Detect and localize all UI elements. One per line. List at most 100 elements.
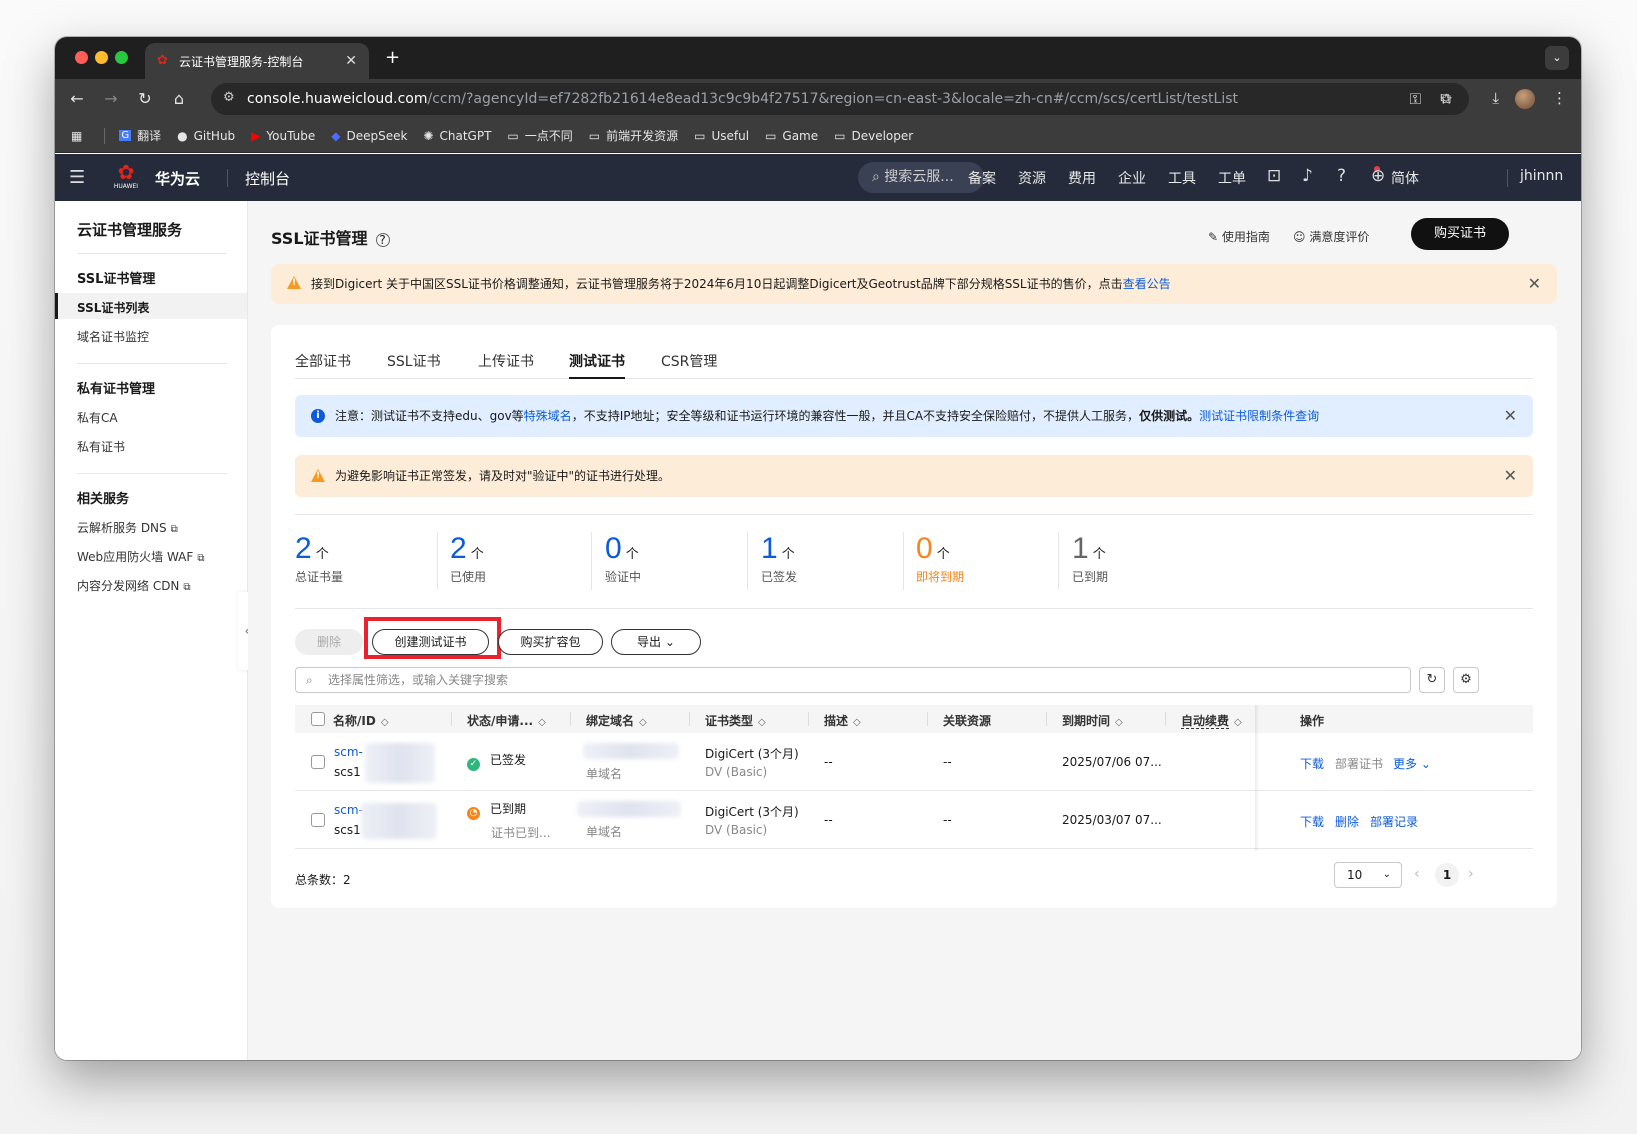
column-desc[interactable]: 描述 ◇ [824,712,861,729]
stat-total[interactable]: 2个 总证书量 [295,532,455,585]
help-circle-icon[interactable]: ? [375,233,390,247]
tab-all[interactable]: 全部证书 [295,351,351,379]
next-page-icon[interactable]: › [1468,866,1474,882]
forward-arrow-icon[interactable]: → [101,89,121,108]
stat-expired[interactable]: 1个 已到期 [1072,532,1232,585]
stat-verifying[interactable]: 0个 验证中 [605,532,765,585]
profile-avatar[interactable] [1515,89,1535,109]
close-icon[interactable]: ✕ [1504,455,1517,497]
prev-page-icon[interactable]: ‹ [1414,866,1420,882]
buy-certificate-button[interactable]: 购买证书 [1411,218,1509,250]
column-expire[interactable]: 到期时间 ◇ [1062,712,1123,729]
guide-link[interactable]: ✎ 使用指南 [1208,228,1270,245]
console-link[interactable]: 控制台 [245,168,290,189]
sidebar-item-private-cert[interactable]: 私有证书 [77,438,125,455]
cert-name-link[interactable]: scm- [334,745,363,759]
home-icon[interactable]: ⌂ [169,89,189,108]
tab-ssl[interactable]: SSL证书 [387,351,441,379]
tab-upload[interactable]: 上传证书 [478,351,534,379]
column-cert-type[interactable]: 证书类型 ◇ [705,712,766,729]
bookmark-youtube[interactable]: ▶ YouTube [251,129,315,143]
download-icon[interactable]: ⤓ [1492,89,1499,107]
cloud-shell-icon[interactable]: ⊡ [1267,166,1281,186]
stat-issued[interactable]: 1个 已签发 [761,532,921,585]
sidebar-item-private-ca[interactable]: 私有CA [77,409,118,426]
nav-filing[interactable]: 备案 [968,168,996,188]
notice-link[interactable]: 查看公告 [1123,277,1171,291]
help-icon[interactable]: ? [1337,166,1346,186]
row-checkbox[interactable] [311,813,325,827]
tab-close-icon[interactable]: ✕ [345,53,357,69]
browser-tab[interactable]: ✿ 云证书管理服务-控制台 ✕ [145,43,369,79]
nav-tools[interactable]: 工具 [1168,168,1196,188]
huawei-logo[interactable]: ✿ HUAWEI [113,161,139,190]
extensions-puzzle-icon[interactable]: ⧉ [1440,89,1451,107]
sidebar-item-ssl-list[interactable]: SSL证书列表 [77,299,149,316]
deploy-record-link[interactable]: 部署记录 [1370,813,1418,830]
stat-used[interactable]: 2个 已使用 [450,532,610,585]
apps-grid-icon[interactable]: ▦ [71,129,88,143]
restriction-query-link[interactable]: 测试证书限制条件查询 [1199,409,1319,423]
bookmark-folder-1[interactable]: ▭ 一点不同 [507,127,572,144]
cert-name-link[interactable]: scm- [334,803,363,817]
delete-link[interactable]: 删除 [1335,813,1359,830]
column-status[interactable]: 状态/申请... ◇ [467,712,546,729]
sidebar-item-domain-monitor[interactable]: 域名证书监控 [77,328,149,345]
sidebar-item-dns[interactable]: 云解析服务 DNS ⧉ [77,519,178,536]
select-all-checkbox[interactable] [311,712,325,726]
sidebar-item-cdn[interactable]: 内容分发网络 CDN ⧉ [77,577,191,594]
delete-button[interactable]: 删除 [295,629,363,655]
new-tab-icon[interactable]: + [385,47,400,68]
buy-expansion-pack-button[interactable]: 购买扩容包 [498,629,603,655]
bookmark-folder-5[interactable]: ▭ Developer [834,129,913,143]
column-auto-renew[interactable]: 自动续费 ◇ [1181,712,1242,729]
password-key-icon[interactable]: ⚿ [1410,90,1421,108]
close-icon[interactable]: ✕ [1528,264,1541,304]
brand-name[interactable]: 华为云 [155,168,200,189]
language-switch[interactable]: 简体 [1391,168,1419,188]
header-search-input[interactable]: ⌕ 搜索云服... [858,162,984,193]
close-window-button[interactable] [75,51,88,64]
page-number-current[interactable]: 1 [1435,863,1459,887]
bookmark-deepseek[interactable]: ◆ DeepSeek [331,129,407,143]
back-arrow-icon[interactable]: ← [67,89,87,108]
stat-expiring[interactable]: 0个 即将到期 [916,532,1076,585]
username[interactable]: jhinnn [1520,168,1563,184]
globe-icon[interactable]: ⊕ [1371,166,1385,186]
more-dropdown[interactable]: 更多 ⌄ [1393,755,1431,772]
bookmark-translate[interactable]: G 翻译 [119,127,161,144]
browser-menu-icon[interactable]: ⋮ [1552,89,1567,107]
bookmark-folder-3[interactable]: ▭ Useful [694,129,749,143]
bookmark-folder-2[interactable]: ▭ 前端开发资源 [589,127,678,144]
sidebar-item-waf[interactable]: Web应用防火墙 WAF ⧉ [77,548,204,565]
bookmark-folder-4[interactable]: ▭ Game [765,129,818,143]
column-domain[interactable]: 绑定域名 ◇ [586,712,647,729]
bookmark-github[interactable]: ● GitHub [177,129,235,143]
close-icon[interactable]: ✕ [1504,395,1517,437]
nav-billing[interactable]: 费用 [1068,168,1096,188]
rating-link[interactable]: ☺ 满意度评价 [1293,228,1369,245]
minimize-window-button[interactable] [95,51,108,64]
column-name[interactable]: 名称/ID ◇ [333,712,389,729]
filter-search-input[interactable]: ⌕ 选择属性筛选，或输入关键字搜索 [295,667,1411,693]
tab-test[interactable]: 测试证书 [569,351,625,379]
hamburger-menu-icon[interactable]: ☰ [69,167,85,188]
download-link[interactable]: 下载 [1300,755,1324,772]
tab-csr[interactable]: CSR管理 [661,351,717,379]
tab-search-chevron-icon[interactable]: ⌄ [1545,46,1569,70]
nav-enterprise[interactable]: 企业 [1118,168,1146,188]
settings-gear-icon[interactable]: ⚙ [1453,667,1479,693]
notification-bell-icon[interactable]: ♪ [1302,166,1313,186]
special-domain-link[interactable]: 特殊域名 [524,409,572,423]
page-size-select[interactable]: 10 ⌄ [1334,862,1402,888]
reload-icon[interactable]: ↻ [135,89,155,108]
maximize-window-button[interactable] [115,51,128,64]
download-link[interactable]: 下载 [1300,813,1324,830]
address-bar[interactable]: ⚙ console.huaweicloud.com/ccm/?agencyId=… [211,83,1469,115]
nav-resources[interactable]: 资源 [1018,168,1046,188]
row-checkbox[interactable] [311,755,325,769]
deploy-cert-link[interactable]: 部署证书 [1335,755,1383,772]
nav-tickets[interactable]: 工单 [1218,168,1246,188]
export-button[interactable]: 导出 ⌄ [611,629,701,655]
refresh-icon[interactable]: ↻ [1419,667,1445,693]
